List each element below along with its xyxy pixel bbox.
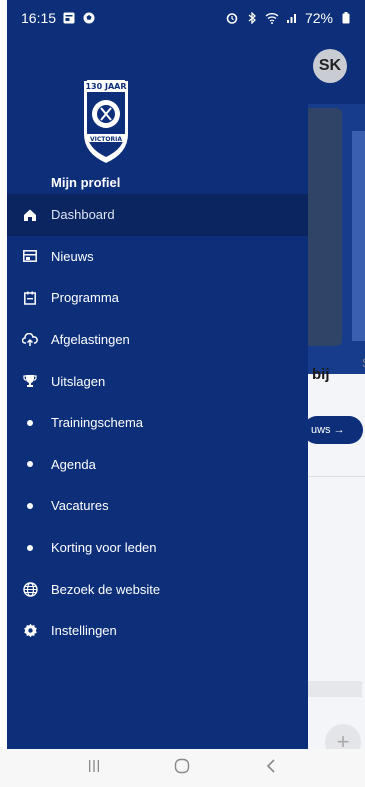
background-card-secondary	[352, 131, 365, 341]
nav-label: Uitslagen	[51, 373, 106, 389]
logo-text-victoria: VICTORIA	[90, 136, 122, 143]
dot-icon	[21, 455, 39, 473]
nav-item-trainingschema[interactable]: Trainingschema	[7, 402, 308, 444]
gear-icon	[21, 622, 39, 640]
dot-icon	[21, 497, 39, 515]
nav-item-dashboard[interactable]: Dashboard	[7, 194, 308, 236]
status-time: 16:15	[21, 10, 57, 26]
recent-apps-button[interactable]	[82, 758, 106, 778]
plus-icon: +	[336, 729, 350, 749]
back-button[interactable]	[259, 758, 283, 778]
nav-item-instellingen[interactable]: Instellingen	[7, 610, 308, 652]
nav-label: Dashboard	[51, 207, 115, 223]
battery-percent: 72%	[304, 10, 333, 26]
back-chevron-icon	[266, 758, 276, 779]
drawer-nav: Dashboard Nieuws Programma Afgelastingen…	[7, 194, 308, 652]
calendar-icon	[21, 289, 39, 307]
nav-item-nieuws[interactable]: Nieuws	[7, 236, 308, 278]
status-bar: 16:15 72%	[7, 0, 365, 36]
status-left: 16:15	[21, 10, 96, 26]
logo-text-jaar: 130 JAAR	[85, 82, 126, 91]
status-right: 72%	[225, 10, 353, 26]
globe-icon	[21, 580, 39, 598]
nav-item-agenda[interactable]: Agenda	[7, 444, 308, 486]
nav-item-afgelastingen[interactable]: Afgelastingen	[7, 319, 308, 361]
my-profile-link[interactable]: Mijn profiel	[51, 175, 120, 190]
navigation-drawer: 130 JAAR VICTORIA Mijn profiel Dashboard…	[7, 36, 308, 749]
nav-item-bezoek-de-website[interactable]: Bezoek de website	[7, 568, 308, 610]
cloud-icon	[21, 331, 39, 349]
nav-label: Nieuws	[51, 248, 94, 264]
nav-label: Instellingen	[51, 623, 117, 639]
soccer-ball-icon	[82, 11, 96, 25]
nav-label: Korting voor leden	[51, 540, 157, 556]
background-partial-title: bij	[312, 366, 330, 383]
nav-item-vacatures[interactable]: Vacatures	[7, 485, 308, 527]
nav-label: Afgelastingen	[51, 332, 130, 348]
nav-label: Vacatures	[51, 498, 109, 514]
home-circle-icon	[174, 758, 190, 779]
bluetooth-icon	[245, 11, 259, 25]
avatar[interactable]: SK	[313, 49, 347, 83]
alarm-icon	[225, 11, 239, 25]
signal-icon	[285, 11, 299, 25]
background-news-button[interactable]: uws →	[303, 416, 363, 444]
background-bar	[307, 681, 362, 697]
trophy-icon	[21, 372, 39, 390]
nav-label: Programma	[51, 290, 119, 306]
home-button[interactable]	[170, 758, 194, 778]
nav-label: Bezoek de website	[51, 581, 161, 597]
nav-label: Trainingschema	[51, 415, 144, 431]
nav-item-uitslagen[interactable]: Uitslagen	[7, 360, 308, 402]
recent-apps-icon	[87, 759, 101, 778]
background-divider	[307, 476, 365, 477]
dot-icon	[21, 414, 39, 432]
nav-item-korting-voor-leden[interactable]: Korting voor leden	[7, 527, 308, 569]
news-icon	[21, 247, 39, 265]
gallery-icon	[62, 11, 76, 25]
dot-icon	[21, 539, 39, 557]
system-navigation-bar	[0, 749, 365, 787]
wifi-icon	[265, 11, 279, 25]
home-icon	[21, 206, 39, 224]
nav-item-programma[interactable]: Programma	[7, 277, 308, 319]
nav-label: Agenda	[51, 456, 96, 472]
battery-icon	[339, 11, 353, 25]
